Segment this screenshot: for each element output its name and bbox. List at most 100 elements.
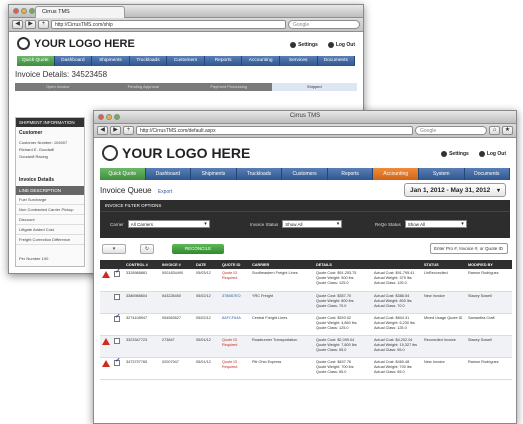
back-arrow-icon[interactable]: ◀ — [12, 20, 23, 29]
control-number: 3473737765 — [124, 357, 160, 380]
nav-dashboard[interactable]: Dashboard — [55, 56, 93, 66]
logout-link[interactable]: Log Out — [327, 42, 355, 48]
col-header[interactable]: MODIFIED BY — [466, 260, 512, 269]
refresh-icon[interactable]: ↻ — [140, 244, 154, 254]
nav-services[interactable]: Services — [280, 56, 318, 66]
nav-customers[interactable]: Customers — [282, 168, 328, 180]
row-checkbox[interactable] — [114, 314, 121, 322]
add-tab-icon[interactable]: + — [38, 20, 49, 29]
nav-accounting[interactable]: Accounting — [373, 168, 419, 180]
row-checkbox[interactable] — [114, 358, 121, 366]
nav-quick-quote[interactable]: Quick Quote — [17, 56, 55, 66]
row-checkbox[interactable] — [114, 293, 120, 300]
row-checkbox[interactable] — [114, 337, 120, 344]
nav-truckloads[interactable]: Truckloads — [130, 56, 168, 66]
col-header — [372, 260, 422, 269]
quote-id[interactable]: 8AFCF64A — [220, 313, 250, 336]
select-cell[interactable] — [112, 335, 124, 358]
select-cell[interactable] — [112, 291, 124, 314]
modified-by: Ramon Rodriguez — [466, 357, 512, 380]
quote-id[interactable]: 3786B7EO — [220, 291, 250, 314]
reconcile-button[interactable]: RECONCILE — [172, 244, 224, 254]
forward-arrow-icon[interactable]: ▶ — [110, 126, 121, 135]
nav-shipments[interactable]: Shipments — [92, 56, 130, 66]
brand-row: YOUR LOGO HERE Settings Log Out — [9, 32, 363, 56]
invoice-status-select[interactable]: Show All — [282, 220, 343, 228]
side-row: Non Contracted Carrier Pickup — [16, 205, 84, 215]
nav-truckloads[interactable]: Truckloads — [237, 168, 283, 180]
carrier-select[interactable]: All Carriers — [127, 220, 210, 228]
select-cell[interactable] — [112, 269, 124, 292]
window-title: Cirrus TMS — [289, 113, 321, 119]
logout-link[interactable]: Log Out — [478, 151, 506, 157]
home-icon[interactable]: ⌂ — [489, 126, 500, 135]
table-row[interactable]: 3473737765 02007947 05/01/12 Quote ID Requi… — [100, 357, 512, 380]
table-row[interactable]: 3274108947 054563527 05/02/12 8AFCF64A Centr… — [100, 313, 512, 336]
bookmark-icon[interactable]: ★ — [502, 126, 513, 135]
browser-search-input[interactable]: Google — [415, 126, 487, 135]
shipment-side-panel: SHIPMENT INFORMATION Customer Customer N… — [15, 117, 85, 267]
cell-text: Ramon Rodriguez — [468, 271, 499, 275]
cell-text: 05/01/12 — [196, 337, 211, 342]
warning-icon — [102, 271, 110, 278]
add-tab-icon[interactable]: + — [123, 126, 134, 135]
settings-link[interactable]: Settings — [441, 151, 469, 157]
nav-reports[interactable]: Reports — [328, 168, 374, 180]
cell-text: 05/03/12 — [196, 271, 211, 275]
export-link[interactable]: Export — [158, 189, 172, 195]
nav-dashboard[interactable]: Dashboard — [146, 168, 192, 180]
col-header — [100, 260, 112, 269]
settings-link[interactable]: Settings — [290, 42, 318, 48]
close-icon[interactable] — [13, 8, 19, 14]
nav-documents[interactable]: Documents — [318, 56, 356, 66]
cell-text: 3328988881 — [126, 271, 148, 275]
quoted-details: Quote Cost: $2,099.04 Quote Weight: 7,80… — [314, 335, 372, 358]
nav-accounting[interactable]: Accounting — [242, 56, 280, 66]
invoice-search-input[interactable]: Enter Pro #, Invoice #, or Quote ID — [430, 243, 508, 254]
settings-label: Settings — [449, 151, 469, 157]
date-range-picker[interactable]: Jan 1, 2012 - May 31, 2012 ▾ — [404, 183, 506, 197]
col-header[interactable]: CARRIER — [250, 260, 314, 269]
col-header[interactable]: STATUS — [422, 260, 466, 269]
nav-reports[interactable]: Reports — [205, 56, 243, 66]
row-checkbox[interactable] — [114, 269, 121, 277]
browser-tab[interactable]: Cirrus TMS — [35, 6, 125, 18]
back-arrow-icon[interactable]: ◀ — [97, 126, 108, 135]
nav-system[interactable]: System — [419, 168, 465, 180]
table-row[interactable]: 3386988804 543228450 05/02/12 3786B7EO YRC F… — [100, 291, 512, 314]
minimize-icon[interactable] — [21, 8, 27, 14]
address-bar[interactable]: http://CirrusTMS.com/default.aspx — [136, 126, 413, 135]
gear-icon — [441, 151, 448, 157]
step-processing: Payment Processing — [210, 84, 248, 89]
cell-text: 273847 — [162, 337, 175, 342]
nav-documents[interactable]: Documents — [465, 168, 511, 180]
nav-customers[interactable]: Customers — [167, 56, 205, 66]
nav-shipments[interactable]: Shipments — [191, 168, 237, 180]
invoice-date: 05/02/12 — [194, 313, 220, 336]
cell-text: Stacey Sowell — [468, 293, 492, 298]
col-header[interactable]: INVOICE # — [160, 260, 194, 269]
back-titlebar: Cirrus TMS — [9, 5, 363, 18]
status: Reconciled Invoice — [422, 335, 466, 358]
reqe-status-select[interactable]: Show All — [404, 220, 467, 228]
select-cell[interactable] — [112, 313, 124, 336]
table-row[interactable]: 3328988881 0001834490 05/03/12 Quote ID Req… — [100, 269, 512, 292]
col-header[interactable]: QUOTE ID — [220, 260, 250, 269]
window-controls[interactable] — [13, 8, 35, 14]
address-bar[interactable]: http://CirrusTMS.com/ship — [51, 20, 286, 29]
quote-id: Quote ID Required — [220, 335, 250, 358]
col-header[interactable]: CONTROL # — [124, 260, 160, 269]
table-row[interactable]: 3323347723 273847 05/01/12 Quote ID Require… — [100, 335, 512, 358]
logout-icon — [478, 151, 485, 157]
cell-text: Reconciled Invoice — [424, 337, 456, 342]
carrier-filter-label: Carrier — [110, 221, 124, 227]
queue-title: Invoice Queue — [100, 186, 152, 195]
bulk-select-dropdown[interactable]: ▾ — [102, 244, 126, 254]
cell-text: Central Freight Lines — [252, 315, 288, 320]
browser-search-input[interactable]: Google — [288, 20, 360, 29]
nav-quick-quote[interactable]: Quick Quote — [100, 168, 146, 180]
forward-arrow-icon[interactable]: ▶ — [25, 20, 36, 29]
col-header[interactable]: DATE — [194, 260, 220, 269]
warning-cell — [100, 357, 112, 380]
select-cell[interactable] — [112, 357, 124, 380]
